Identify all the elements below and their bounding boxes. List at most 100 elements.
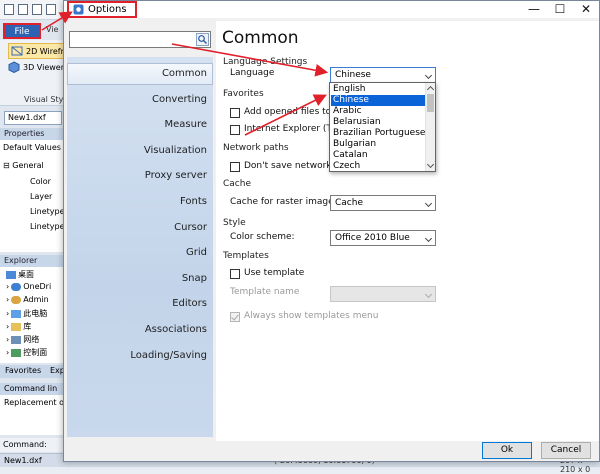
explorer-item[interactable]: › 此电脑 xyxy=(6,308,47,319)
language-option[interactable]: Bulgarian xyxy=(331,139,425,150)
language-option[interactable]: Brazilian Portuguese xyxy=(331,128,425,139)
nav-cursor[interactable]: Cursor xyxy=(67,222,207,233)
explorer-item[interactable]: › 网络 xyxy=(6,334,39,345)
nav-measure[interactable]: Measure xyxy=(67,119,208,130)
wireframe-label: 2D Wirefr xyxy=(26,46,64,56)
nav-visualization[interactable]: Visualization xyxy=(67,145,207,156)
nav-associations[interactable]: Associations xyxy=(67,324,207,335)
internet-explorer-checkbox[interactable] xyxy=(230,125,240,135)
section-templates: Templates xyxy=(223,251,269,261)
template-name-select[interactable] xyxy=(330,286,436,302)
wireframe-2d-button[interactable]: 2D Wirefr xyxy=(8,43,67,59)
add-opened-files-checkbox[interactable] xyxy=(230,108,240,118)
properties-panel-title: Properties xyxy=(0,128,64,140)
language-option[interactable]: Arabic xyxy=(331,106,425,117)
computer-icon xyxy=(11,309,22,318)
explorer-item[interactable]: › 控制面 xyxy=(6,347,47,358)
nav-converting[interactable]: Converting xyxy=(67,94,207,105)
options-app-icon xyxy=(73,4,84,15)
language-option[interactable]: Catalan xyxy=(331,150,425,161)
maximize-button[interactable]: ☐ xyxy=(548,1,572,18)
nav-loading-saving[interactable]: Loading/Saving xyxy=(67,350,207,361)
properties-group-general[interactable]: ⊟ General xyxy=(3,161,44,170)
search-icon[interactable] xyxy=(196,33,209,46)
options-nav: Common Converting Measure Visualization … xyxy=(67,57,213,437)
print-icon[interactable] xyxy=(46,4,56,15)
user-icon xyxy=(11,295,22,304)
explorer-item[interactable]: › OneDri xyxy=(6,282,51,291)
open-file-icon[interactable] xyxy=(18,4,28,15)
chevron-down-icon xyxy=(424,290,433,299)
language-option-selected[interactable]: Chinese xyxy=(331,95,425,106)
viewer-3d-button[interactable]: 3D Viewer xyxy=(8,61,64,73)
close-button[interactable]: ✕ xyxy=(574,1,598,18)
scroll-up-icon[interactable] xyxy=(426,85,435,94)
control-panel-icon xyxy=(11,348,22,357)
prop-linetype-scale: Linetype xyxy=(30,222,65,231)
language-option[interactable]: English xyxy=(331,84,425,95)
color-scheme-select[interactable]: Office 2010 Blue xyxy=(330,230,436,246)
minimize-button[interactable]: — xyxy=(522,1,546,18)
always-show-templates-label: Always show templates menu xyxy=(244,311,379,321)
group-label: General xyxy=(12,161,44,170)
nav-proxy-server[interactable]: Proxy server xyxy=(67,170,207,181)
section-language: Language Settings xyxy=(223,57,308,67)
nav-editors[interactable]: Editors xyxy=(67,298,207,309)
section-favorites: Favorites xyxy=(223,89,264,99)
nav-fonts[interactable]: Fonts xyxy=(67,196,207,207)
library-icon xyxy=(11,322,22,331)
use-template-checkbox[interactable] xyxy=(230,269,240,279)
explorer-item[interactable]: 桌面 xyxy=(6,269,34,280)
desktop-icon xyxy=(6,270,16,279)
dropdown-scrollbar[interactable] xyxy=(425,83,435,171)
command-label: Command: xyxy=(0,438,64,452)
nav-snap[interactable]: Snap xyxy=(67,273,207,284)
properties-panel: Default Values ⊟ General Color Layer Lin… xyxy=(0,140,65,252)
cache-label: Cache for raster images: xyxy=(230,197,342,207)
scroll-down-icon[interactable] xyxy=(426,160,435,169)
status-file: New1.dxf xyxy=(4,456,42,465)
language-select[interactable]: Chinese xyxy=(330,67,436,83)
cloud-icon xyxy=(11,282,22,291)
wireframe-icon xyxy=(11,46,23,56)
section-network-paths: Network paths xyxy=(223,143,289,153)
cancel-button[interactable]: Cancel xyxy=(541,442,591,459)
save-file-icon[interactable] xyxy=(32,4,42,15)
visual-style-group-label: Visual Styl xyxy=(24,95,66,104)
view-tab[interactable]: Vie xyxy=(46,25,58,34)
viewer-3d-label: 3D Viewer xyxy=(23,62,64,72)
language-option[interactable]: Czech xyxy=(331,161,425,171)
section-cache: Cache xyxy=(223,179,251,189)
chevron-down-icon xyxy=(424,199,433,208)
quick-access-toolbar xyxy=(0,0,64,20)
document-tab[interactable]: New1.dxf xyxy=(4,111,62,125)
file-tab[interactable]: File xyxy=(3,23,41,39)
dont-save-network-checkbox[interactable] xyxy=(230,162,240,172)
options-dialog: Options — ☐ ✕ Common Converting Measure … xyxy=(63,0,600,462)
explorer-panel-title: Explorer xyxy=(0,255,64,267)
nav-grid[interactable]: Grid xyxy=(67,247,207,258)
dialog-title-highlight: Options xyxy=(67,1,137,18)
command-line-output: Replacement o xyxy=(0,395,64,435)
use-template-label: Use template xyxy=(244,268,305,278)
language-value: Chinese xyxy=(335,70,371,80)
bottom-tabs: Favorites Exp xyxy=(0,365,65,378)
cache-select[interactable]: Cache xyxy=(330,195,436,211)
explorer-item[interactable]: › 库 xyxy=(6,321,31,332)
dialog-titlebar[interactable]: Options — ☐ ✕ xyxy=(64,1,599,18)
network-icon xyxy=(11,335,22,344)
prop-linetype: Linetype xyxy=(30,207,65,216)
search-input[interactable] xyxy=(69,31,211,48)
new-file-icon[interactable] xyxy=(4,4,14,15)
nav-common[interactable]: Common xyxy=(67,63,213,85)
tab-favorites[interactable]: Favorites xyxy=(5,366,41,375)
properties-selector[interactable]: Default Values xyxy=(3,143,61,152)
scroll-thumb[interactable] xyxy=(427,94,434,112)
language-dropdown-list[interactable]: English Chinese Arabic Belarusian Brazil… xyxy=(329,82,436,172)
language-option[interactable]: Belarusian xyxy=(331,117,425,128)
explorer-item[interactable]: › Admin xyxy=(6,295,49,304)
prop-color: Color xyxy=(30,177,51,186)
always-show-templates-checkbox[interactable] xyxy=(230,312,240,322)
ok-button[interactable]: Ok xyxy=(482,442,532,459)
color-scheme-value: Office 2010 Blue xyxy=(335,233,410,243)
